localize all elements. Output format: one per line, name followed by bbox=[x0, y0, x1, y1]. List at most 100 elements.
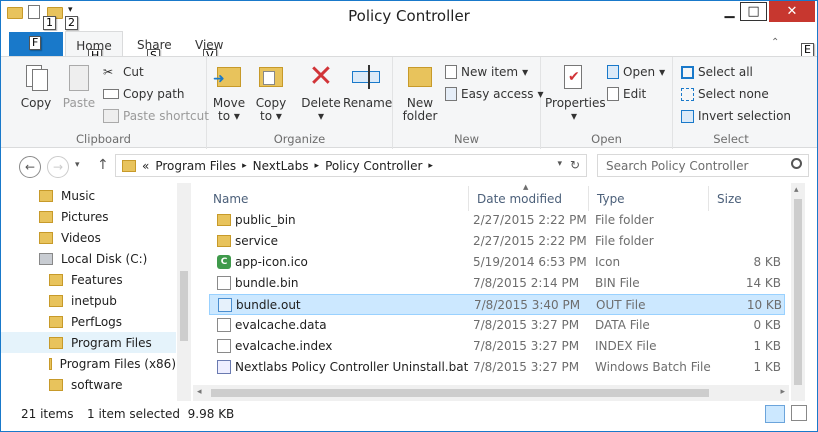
nav-item-features[interactable]: Features bbox=[1, 269, 176, 290]
horizontal-scrollbar-thumb[interactable] bbox=[211, 389, 709, 397]
item-count: 21 items bbox=[21, 407, 74, 421]
file-size: 1 KB bbox=[753, 360, 781, 374]
copy-button[interactable]: Copy bbox=[15, 61, 57, 110]
tab-file[interactable]: F bbox=[9, 32, 63, 56]
nav-item-local-disk[interactable]: Local Disk (C:) bbox=[1, 248, 176, 269]
folder-icon bbox=[122, 159, 136, 172]
rename-label: Rename bbox=[343, 96, 393, 110]
chevron-right-icon[interactable]: ▸ bbox=[315, 161, 320, 171]
select-all-button[interactable]: Select all bbox=[681, 65, 753, 79]
chevron-right-icon[interactable]: ▸ bbox=[428, 161, 433, 171]
delete-label: Delete bbox=[301, 96, 341, 110]
invert-selection-button[interactable]: Invert selection bbox=[681, 109, 791, 123]
file-row-app-icon[interactable]: C app-icon.ico 5/19/2014 6:53 PM Icon 8 … bbox=[209, 252, 785, 273]
nav-item-program-files-x86[interactable]: Program Files (x86) bbox=[1, 353, 176, 374]
drive-icon bbox=[39, 252, 53, 265]
search-input[interactable]: Search Policy Controller bbox=[597, 154, 809, 177]
file-row-bundle-out[interactable]: bundle.out 7/8/2015 3:40 PM OUT File 10 … bbox=[209, 294, 785, 315]
column-header-size[interactable]: Size bbox=[709, 186, 785, 211]
nav-item-label: Program Files (x86) bbox=[59, 356, 176, 371]
delete-button[interactable]: ✕ Delete ▾ bbox=[301, 61, 341, 123]
pictures-folder-icon bbox=[39, 210, 53, 223]
address-dropdown-icon[interactable]: ▾ bbox=[557, 159, 562, 169]
select-none-label: Select none bbox=[698, 87, 769, 101]
copy-to-button[interactable]: Copy to ▾ bbox=[253, 61, 289, 123]
open-group: ✔ Properties ▾ Open ▾ Edit Open bbox=[541, 57, 673, 149]
paste-shortcut-icon bbox=[103, 109, 119, 123]
paste-shortcut-button[interactable]: Paste shortcut bbox=[103, 109, 209, 123]
file-row-evalcache-data[interactable]: evalcache.data 7/8/2015 3:27 PM DATA Fil… bbox=[209, 315, 785, 336]
nav-scrollbar-thumb[interactable] bbox=[180, 271, 188, 341]
file-date: 2/27/2015 2:22 PM bbox=[473, 234, 587, 248]
vertical-scrollbar[interactable]: ▴ bbox=[791, 183, 805, 401]
rename-button[interactable]: Rename bbox=[343, 61, 393, 110]
forward-button[interactable]: → bbox=[47, 156, 69, 178]
open-button[interactable]: Open ▾ bbox=[607, 65, 665, 79]
copy-to-label-2: to bbox=[260, 109, 273, 123]
nav-item-software[interactable]: software bbox=[1, 374, 176, 395]
column-type-label: Type bbox=[597, 192, 625, 206]
properties-button[interactable]: ✔ Properties ▾ bbox=[545, 61, 606, 123]
folder-icon bbox=[49, 315, 63, 328]
address-bar[interactable]: « Program Files ▸ NextLabs ▸ Policy Contro… bbox=[115, 154, 587, 177]
move-to-button[interactable]: ➜ Move to ▾ bbox=[211, 61, 247, 123]
select-group-label: Select bbox=[713, 132, 749, 146]
file-row-uninstall-bat[interactable]: Nextlabs Policy Controller Uninstall.bat… bbox=[209, 357, 785, 378]
music-folder-icon bbox=[39, 189, 53, 202]
file-date: 7/8/2015 3:27 PM bbox=[473, 360, 580, 374]
column-header-date[interactable]: Date modified bbox=[469, 186, 589, 211]
refresh-icon[interactable]: ↻ bbox=[570, 158, 580, 172]
cut-button[interactable]: ✂ Cut bbox=[103, 65, 144, 79]
file-row-bundle-bin[interactable]: bundle.bin 7/8/2015 2:14 PM BIN File 14 … bbox=[209, 273, 785, 294]
nav-item-videos[interactable]: Videos bbox=[1, 227, 176, 248]
file-size: 10 KB bbox=[746, 298, 782, 312]
copy-path-button[interactable]: Copy path bbox=[103, 87, 185, 101]
move-to-label-2: to bbox=[218, 109, 231, 123]
file-row-service[interactable]: service 2/27/2015 2:22 PM File folder bbox=[209, 231, 785, 252]
breadcrumb-nextlabs[interactable]: NextLabs bbox=[253, 159, 309, 173]
recent-locations-icon[interactable]: ▾ bbox=[75, 160, 80, 170]
file-size: 0 KB bbox=[753, 318, 781, 332]
file-date: 2/27/2015 2:22 PM bbox=[473, 213, 587, 227]
scroll-left-icon[interactable]: ◂ bbox=[197, 387, 202, 397]
breadcrumb-program-files[interactable]: Program Files bbox=[155, 159, 236, 173]
batch-file-icon bbox=[217, 360, 231, 374]
cut-label: Cut bbox=[123, 65, 144, 79]
invert-selection-label: Invert selection bbox=[698, 109, 792, 123]
nav-item-label: Music bbox=[61, 188, 96, 203]
up-button[interactable]: ↑ bbox=[97, 157, 109, 173]
scroll-up-icon[interactable]: ▴ bbox=[794, 185, 799, 195]
column-header-name[interactable]: Name bbox=[205, 186, 469, 211]
select-none-button[interactable]: Select none bbox=[681, 87, 769, 101]
folder-icon bbox=[49, 336, 63, 349]
easy-access-button[interactable]: Easy access ▾ bbox=[445, 87, 544, 101]
scroll-right-icon[interactable]: ▸ bbox=[780, 387, 785, 397]
vertical-scrollbar-thumb[interactable] bbox=[794, 199, 802, 385]
maximize-button[interactable]: □ bbox=[740, 2, 767, 21]
keytip-help: E bbox=[801, 43, 814, 57]
file-row-public-bin[interactable]: public_bin 2/27/2015 2:22 PM File folder bbox=[209, 210, 785, 231]
nav-item-program-files[interactable]: Program Files bbox=[1, 332, 176, 353]
nav-item-perflogs[interactable]: PerfLogs bbox=[1, 311, 176, 332]
new-folder-button[interactable]: New folder bbox=[399, 61, 441, 123]
file-row-evalcache-index[interactable]: evalcache.index 7/8/2015 3:27 PM INDEX F… bbox=[209, 336, 785, 357]
nav-item-pictures[interactable]: Pictures bbox=[1, 206, 176, 227]
nav-item-music[interactable]: Music bbox=[1, 185, 176, 206]
new-item-button[interactable]: New item ▾ bbox=[445, 65, 528, 79]
column-header-type[interactable]: Type bbox=[589, 186, 709, 211]
details-view-icon[interactable] bbox=[765, 405, 785, 423]
breadcrumb-policy-controller[interactable]: Policy Controller bbox=[325, 159, 422, 173]
minimize-ribbon-icon[interactable]: ⌃ bbox=[771, 37, 779, 48]
back-button[interactable]: ← bbox=[19, 156, 41, 178]
select-all-icon bbox=[681, 65, 694, 79]
nav-scrollbar[interactable] bbox=[177, 183, 191, 401]
large-icons-view-icon[interactable] bbox=[791, 405, 807, 421]
paste-button[interactable]: Paste bbox=[59, 61, 99, 110]
edit-button[interactable]: Edit bbox=[607, 87, 646, 101]
horizontal-scrollbar[interactable]: ◂ ▸ bbox=[193, 385, 789, 401]
breadcrumb-overflow[interactable]: « bbox=[142, 159, 149, 173]
nav-item-inetpub[interactable]: inetpub bbox=[1, 290, 176, 311]
chevron-right-icon[interactable]: ▸ bbox=[242, 161, 247, 171]
close-button[interactable]: ✕ bbox=[769, 1, 815, 22]
nav-item-label: Videos bbox=[61, 230, 101, 245]
